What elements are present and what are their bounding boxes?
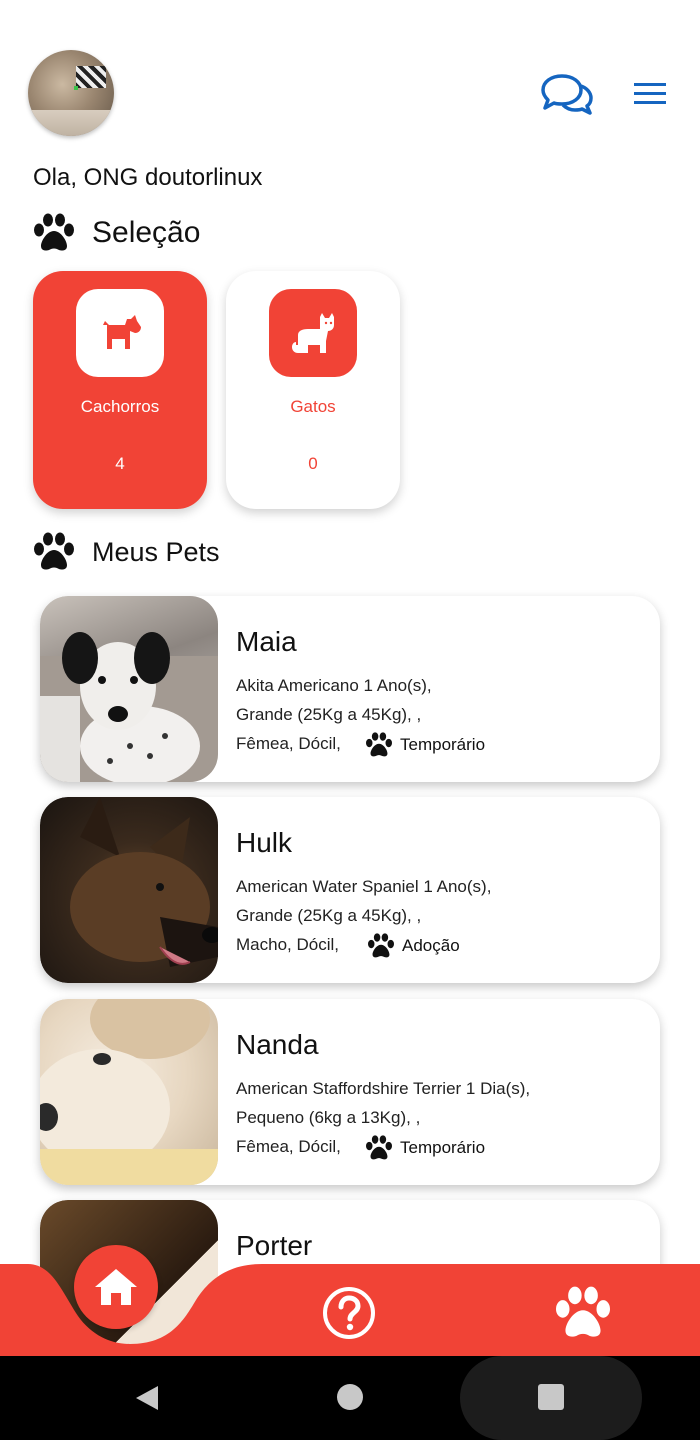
pet-status-label: Adoção [402,936,460,955]
pet-status: Temporário [364,1135,485,1161]
system-home-button[interactable] [337,1384,363,1410]
pet-status: Adoção [366,933,460,959]
paw-icon[interactable] [553,1286,613,1340]
greeting-text: Ola, ONG doutorlinux [33,164,263,191]
help-icon[interactable] [322,1286,376,1340]
category-card-gatos[interactable]: Gatos 0 [226,271,400,509]
pet-name: Maia [236,626,297,657]
cat-icon [292,313,334,353]
pet-size: Grande (25Kg a 45Kg), , [236,906,422,925]
pet-name: Hulk [236,827,293,858]
pet-card-nanda[interactable]: Nanda American Staffordshire Terrier 1 D… [40,999,660,1185]
paw-icon [34,532,74,570]
pet-breed-age: Akita Americano 1 Ano(s), [236,676,432,695]
pet-card-hulk[interactable]: Hulk American Water Spaniel 1 Ano(s), Gr… [40,797,660,983]
category-count: 0 [308,454,318,473]
pet-breed-age: American Staffordshire Terrier 1 Dia(s), [236,1079,531,1098]
paw-icon [366,732,392,757]
chat-bubbles-icon[interactable] [540,72,594,116]
avatar[interactable] [28,50,114,136]
category-label: Gatos [290,397,336,416]
my-pets-heading: Meus Pets [32,532,220,572]
selection-heading: Seleção [32,213,200,253]
pet-photo [40,797,218,983]
pet-status-label: Temporário [400,1138,486,1157]
pet-card-maia[interactable]: Maia Akita Americano 1 Ano(s), Grande (2… [40,596,660,782]
pet-sex-temper: Fêmea, Dócil, [236,1137,341,1156]
selection-title: Seleção [92,216,201,249]
paw-icon [34,213,74,251]
pet-name: Nanda [236,1029,319,1060]
dog-icon [103,315,141,349]
pet-size: Grande (25Kg a 45Kg), , [236,705,422,724]
pet-status-label: Temporário [400,735,486,754]
pet-sex-temper: Macho, Dócil, [236,935,339,954]
pet-photo [40,999,218,1185]
back-icon[interactable] [134,1384,160,1412]
hamburger-menu-icon[interactable] [632,80,668,108]
paw-icon [368,933,394,958]
pet-sex-temper: Fêmea, Dócil, [236,734,341,753]
category-label: Cachorros [80,397,160,416]
my-pets-title: Meus Pets [92,536,220,567]
header [0,0,700,150]
pet-name: Porter [236,1230,313,1261]
paw-icon [366,1135,392,1160]
pet-size: Pequeno (6kg a 13Kg), , [236,1108,421,1127]
category-card-cachorros[interactable]: Cachorros 4 [33,271,207,509]
pet-photo [40,596,218,782]
home-icon [95,1269,137,1305]
pet-breed-age: American Water Spaniel 1 Ano(s), [236,877,492,896]
home-nav-button[interactable] [74,1245,158,1329]
pet-status: Temporário [364,732,485,758]
recent-apps-button[interactable] [538,1384,564,1410]
category-count: 4 [115,454,125,473]
